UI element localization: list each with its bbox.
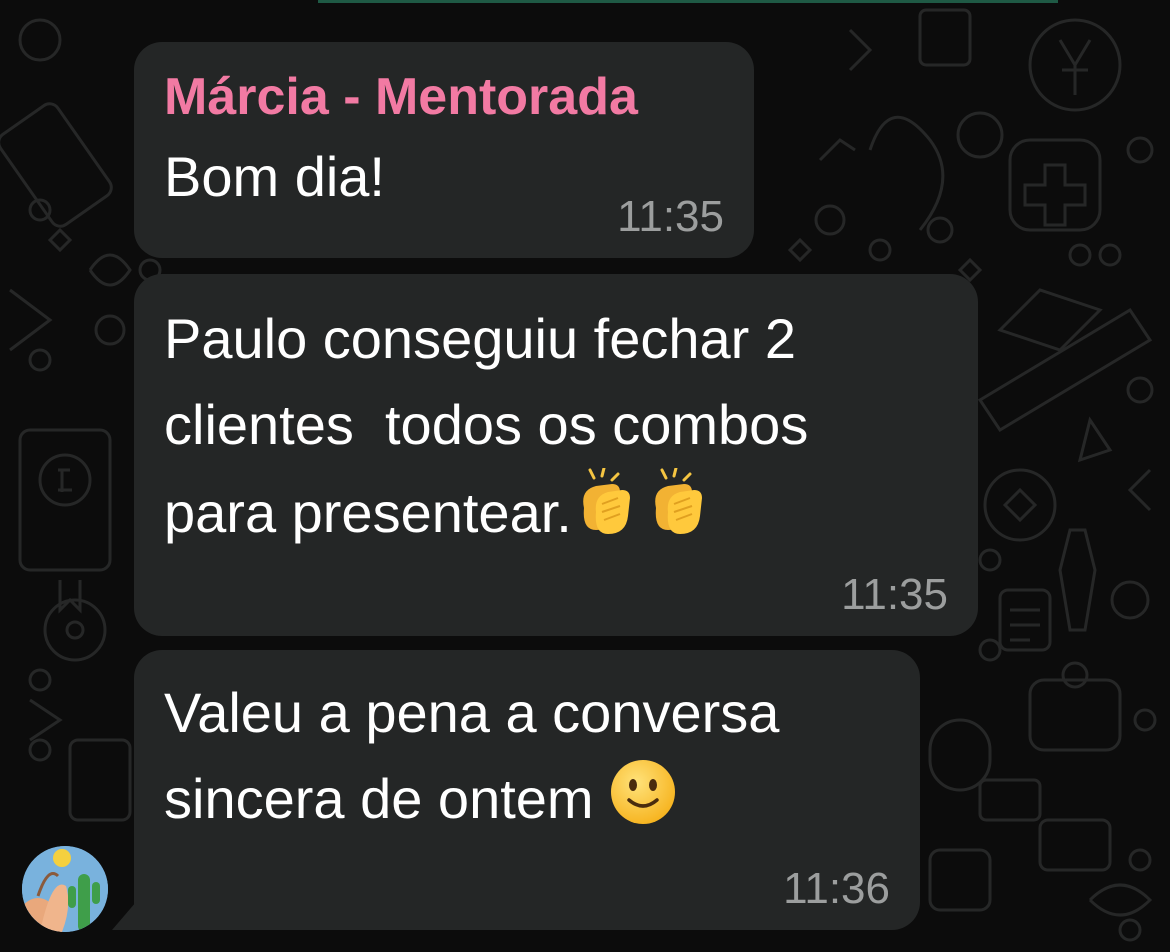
message-bubble[interactable]: Márcia - Mentorada Bom dia! 11:35 xyxy=(134,42,754,258)
sender-avatar[interactable] xyxy=(22,846,108,932)
message-timestamp: 11:36 xyxy=(783,864,890,913)
clapping-hands-emoji-icon xyxy=(572,466,644,564)
top-accent-line xyxy=(318,0,1058,3)
sender-name[interactable]: Márcia - Mentorada xyxy=(164,62,724,132)
message-text-line: Paulo conseguiu fechar 2 xyxy=(164,307,796,370)
message-text-line: para presentear. xyxy=(164,481,572,544)
clapping-hands-emoji-icon xyxy=(644,466,716,564)
message-text-line: Valeu a pena a conversa xyxy=(164,681,780,744)
message-text: Valeu a pena a conversa sincera de ontem xyxy=(164,670,890,850)
message-text-line: clientes todos os combos xyxy=(164,393,809,456)
bubble-tail xyxy=(112,902,136,930)
message-text-line: sincera de ontem xyxy=(164,767,594,830)
message-timestamp: 11:35 xyxy=(617,192,724,241)
message-bubble[interactable]: Valeu a pena a conversa sincera de ontem… xyxy=(134,650,920,930)
slightly-smiling-face-emoji-icon xyxy=(609,758,677,850)
message-timestamp: 11:35 xyxy=(841,570,948,619)
message-bubble[interactable]: Paulo conseguiu fechar 2 clientes todos … xyxy=(134,274,978,636)
message-text: Paulo conseguiu fechar 2 clientes todos … xyxy=(164,296,948,564)
avatar-image-icon xyxy=(22,846,108,932)
